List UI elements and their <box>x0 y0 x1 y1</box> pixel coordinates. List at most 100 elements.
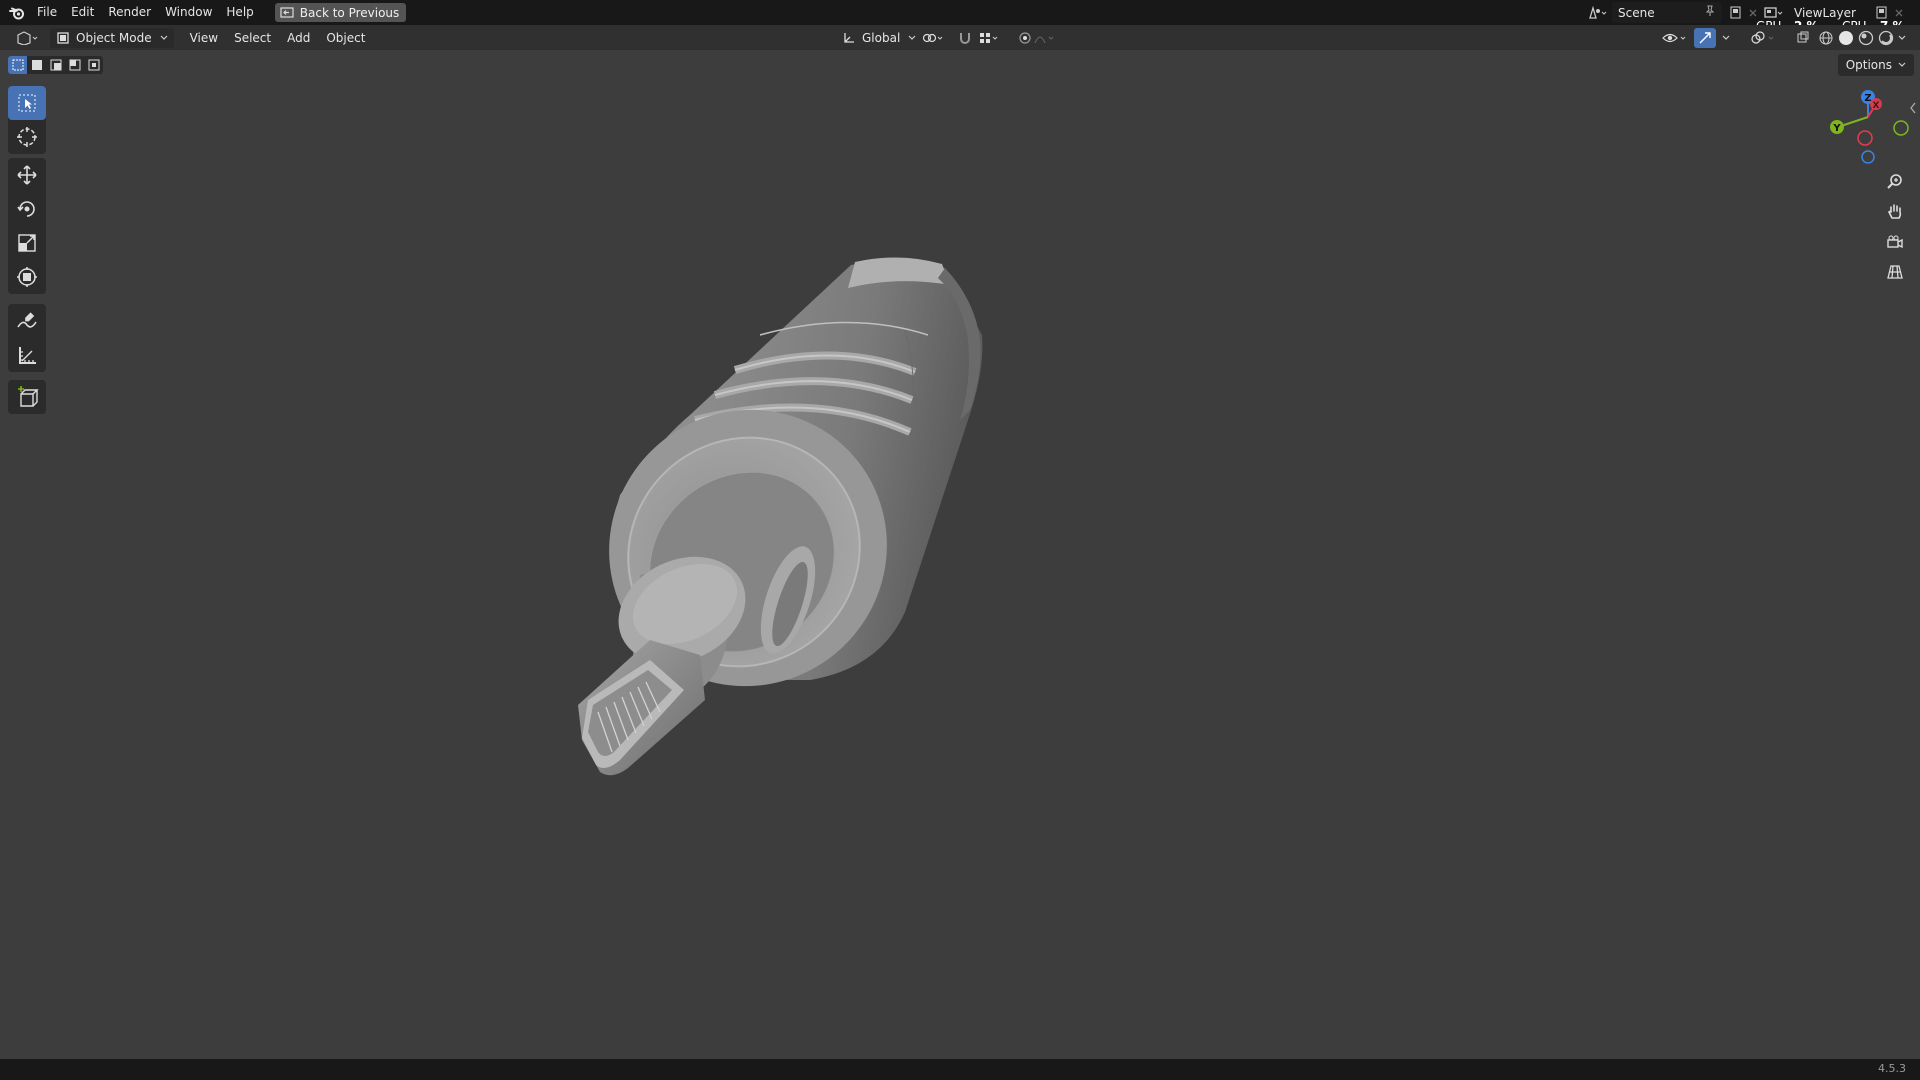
add-cube-icon <box>18 386 39 407</box>
solid-shading-icon <box>1839 30 1853 45</box>
blender-logo-icon[interactable] <box>4 0 30 25</box>
snap-grid-icon <box>980 32 998 43</box>
view-layer-name: ViewLayer <box>1794 5 1856 20</box>
options-dropdown[interactable]: Options <box>1837 54 1914 76</box>
select-subtract-icon[interactable] <box>46 56 65 74</box>
gizmo-y-label: Y <box>1832 123 1841 134</box>
hand-pan-icon <box>1888 204 1902 219</box>
transform-orientation-select[interactable]: Global <box>836 28 922 48</box>
cursor-icon <box>17 127 37 147</box>
scene-icon[interactable] <box>1584 4 1612 22</box>
options-label: Options <box>1845 58 1892 72</box>
magnet-icon <box>960 32 970 44</box>
object-visibility-select[interactable] <box>1656 28 1694 48</box>
camera-view-button[interactable] <box>1880 228 1910 256</box>
back-to-previous-label: Back to Previous <box>299 5 400 20</box>
gizmo-neg-z-axis[interactable] <box>1861 150 1875 164</box>
gizmo-x-label: X <box>1873 101 1880 111</box>
select-invert-icon[interactable] <box>65 56 84 74</box>
transform-icon <box>17 267 37 287</box>
toolbar-annotate-group <box>8 304 46 372</box>
menu-select[interactable]: Select <box>228 28 277 48</box>
show-gizmo-toggle[interactable] <box>1694 27 1716 48</box>
menu-add[interactable]: Add <box>281 28 316 48</box>
object-mode-icon <box>57 31 69 44</box>
annotate-tool[interactable] <box>8 304 46 338</box>
cursor-tool[interactable] <box>8 120 46 154</box>
menu-window[interactable]: Window <box>158 3 219 22</box>
material-shading-icon <box>1858 30 1874 45</box>
transform-tool[interactable] <box>8 260 46 294</box>
mode-select[interactable]: Object Mode <box>50 27 174 48</box>
top-bar: File Edit Render Window Help Back to Pre… <box>0 0 1920 25</box>
select-extend-icon[interactable] <box>27 56 46 74</box>
move-icon <box>17 165 37 185</box>
orientation-axes-icon <box>844 32 854 43</box>
pivot-point-select[interactable] <box>916 28 952 48</box>
move-tool[interactable] <box>8 158 46 192</box>
overlays-icon <box>1751 30 1774 44</box>
select-box-icon <box>18 94 36 112</box>
measure-tool[interactable] <box>8 338 46 372</box>
pan-button[interactable] <box>1880 198 1910 226</box>
eye-icon <box>1662 33 1686 42</box>
chevron-down-icon <box>160 35 168 40</box>
select-box-tool[interactable] <box>8 86 46 120</box>
xray-icon <box>1797 31 1809 42</box>
scale-icon <box>18 234 36 252</box>
select-new-icon[interactable] <box>8 56 27 74</box>
rotate-tool[interactable] <box>8 192 46 226</box>
gizmo-icon <box>1699 31 1711 43</box>
toolbar-transform-group <box>8 158 46 294</box>
toolbar-select-group <box>8 86 46 154</box>
scale-tool[interactable] <box>8 226 46 260</box>
menu-edit[interactable]: Edit <box>64 3 101 22</box>
gizmo-neg-x-axis[interactable] <box>1857 130 1873 146</box>
status-bar: 4.5.3 <box>0 1059 1920 1080</box>
shading-modes[interactable] <box>1812 28 1912 48</box>
navigation-gizmo[interactable]: Z X Y <box>1820 86 1920 166</box>
pin-icon[interactable] <box>1704 5 1716 20</box>
add-cube-tool[interactable] <box>8 380 46 414</box>
rendered-shading-icon <box>1878 30 1894 45</box>
wireframe-shading-icon <box>1819 31 1833 44</box>
select-intersect-icon[interactable] <box>84 56 103 74</box>
menu-help[interactable]: Help <box>219 3 260 22</box>
proportional-edit-toggle[interactable] <box>1012 28 1064 48</box>
chevron-down-icon <box>1898 35 1906 40</box>
scene-name: Scene <box>1618 5 1655 20</box>
snap-target-select[interactable] <box>972 28 1006 48</box>
selection-mode-group <box>8 56 103 74</box>
vacuum-nozzle-model[interactable] <box>0 50 1920 1059</box>
new-scene-icon[interactable] <box>1726 4 1744 22</box>
zoom-button[interactable] <box>1880 168 1910 196</box>
scene-selector: Scene <box>1584 2 1762 23</box>
grid-perspective-icon <box>1887 265 1903 279</box>
chevron-down-icon <box>1898 62 1906 67</box>
editor-type-button[interactable] <box>10 28 46 48</box>
3d-viewport[interactable] <box>0 50 1920 1059</box>
gizmo-neg-y-axis[interactable] <box>1893 120 1909 136</box>
menu-object[interactable]: Object <box>320 28 371 48</box>
overlays-toggle[interactable] <box>1744 28 1782 48</box>
menu-file[interactable]: File <box>30 3 64 22</box>
version-label: 4.5.3 <box>1878 1062 1906 1075</box>
scene-name-field[interactable]: Scene <box>1612 2 1722 23</box>
viewport-header: Object Mode View Select Add Object Globa… <box>0 25 1920 50</box>
annotate-pencil-icon <box>17 312 37 328</box>
3d-viewport-icon <box>17 30 38 45</box>
zoom-magnifier-icon <box>1887 174 1902 189</box>
screen-back-icon <box>280 6 294 18</box>
camera-icon <box>1887 235 1903 249</box>
gizmo-options-select[interactable] <box>1716 28 1736 48</box>
toolbar-add-group <box>8 380 46 414</box>
back-to-previous-button[interactable]: Back to Previous <box>274 3 407 22</box>
nozzle-tip <box>578 640 705 776</box>
orientation-label: Global <box>862 30 901 45</box>
perspective-toggle-button[interactable] <box>1880 258 1910 286</box>
menu-render[interactable]: Render <box>101 3 158 22</box>
menu-view[interactable]: View <box>184 28 224 48</box>
pivot-icon <box>922 33 943 42</box>
chevron-down-icon <box>1722 35 1730 40</box>
measure-ruler-icon <box>19 347 36 364</box>
